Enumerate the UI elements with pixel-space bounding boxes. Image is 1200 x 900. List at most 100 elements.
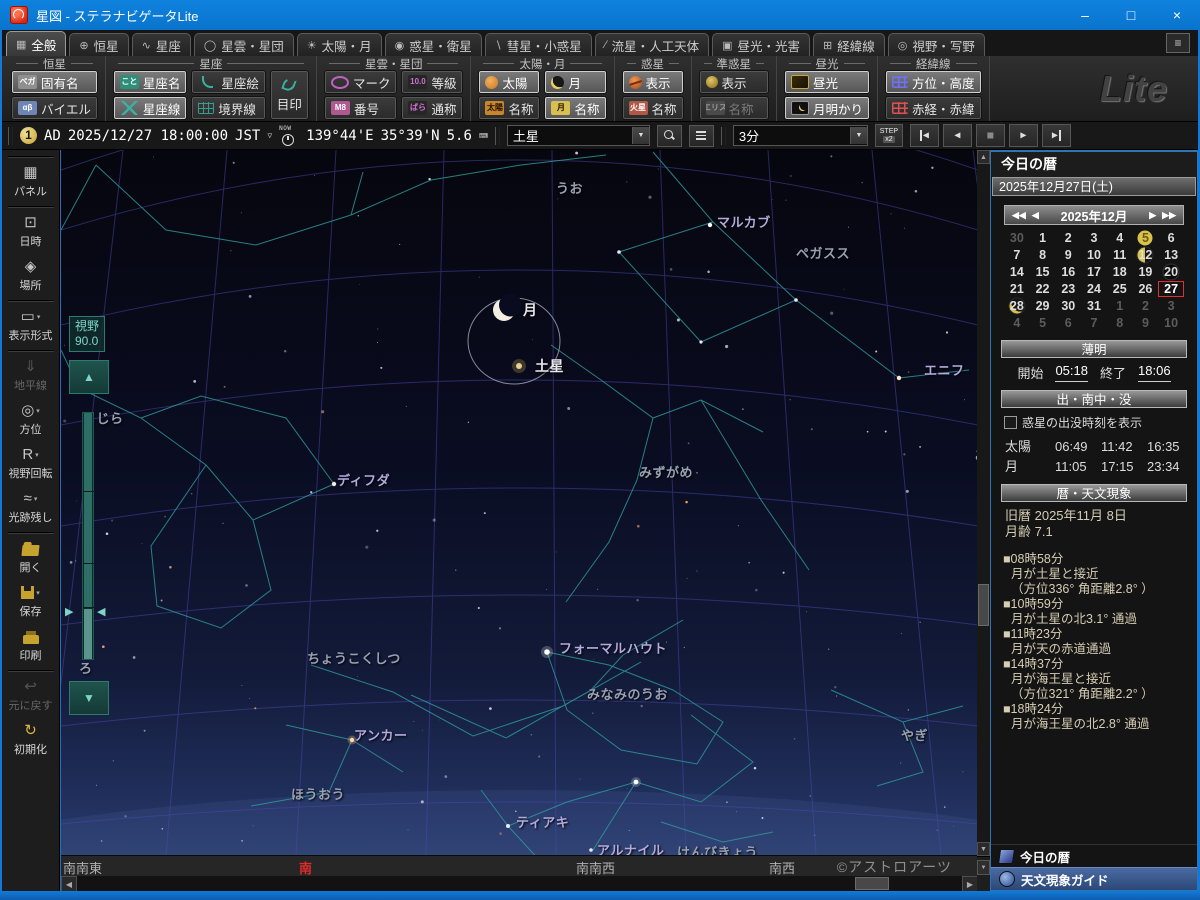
dropdown-icon[interactable]: ▾: [34, 495, 38, 503]
calendar-day[interactable]: 27: [1158, 281, 1184, 297]
sidebar-item-fov-rotation[interactable]: R ▾ 視野回転: [2, 442, 59, 486]
vertical-scroll-thumb[interactable]: [978, 584, 989, 626]
calendar-day[interactable]: 10: [1081, 247, 1107, 263]
object-list-button[interactable]: [688, 124, 714, 147]
tab-grid-lines[interactable]: ⊞ 経緯線: [813, 33, 885, 56]
tab-general[interactable]: ▦ 全般: [6, 31, 67, 56]
scroll-down-icon[interactable]: ▼: [977, 842, 990, 856]
calendar-day[interactable]: 19: [1133, 264, 1159, 280]
scroll-up-icon[interactable]: ▲: [977, 150, 990, 164]
calendar-day[interactable]: 7: [1081, 315, 1107, 331]
calendar-day[interactable]: 28: [1004, 298, 1030, 314]
calendar-day[interactable]: 18: [1107, 264, 1133, 280]
first-button[interactable]: ◀: [909, 124, 939, 147]
sky-plot[interactable]: うおマルカブペガスス月土星エニフくじらごみずがめディフダろフォーマルハウトちょう…: [61, 150, 978, 855]
dropdown-icon[interactable]: ▾: [36, 407, 40, 415]
twilight-end-time[interactable]: 18:06: [1138, 363, 1171, 382]
tab-constellations[interactable]: ∿ 星座: [131, 33, 191, 56]
calendar-day[interactable]: 5: [1030, 315, 1056, 331]
calendar-day[interactable]: 22: [1030, 281, 1056, 297]
const-border-button[interactable]: 境界線: [191, 96, 266, 120]
calendar-day[interactable]: 8: [1030, 247, 1056, 263]
menu-icon[interactable]: ≡: [1166, 33, 1190, 53]
calendar-day[interactable]: 4: [1107, 230, 1133, 246]
sidebar-item-open[interactable]: 開く: [2, 536, 59, 580]
timezone-dropdown-icon[interactable]: ▽: [267, 131, 272, 140]
back-button[interactable]: ◀: [942, 124, 972, 147]
calendar-day[interactable]: 7: [1004, 247, 1030, 263]
dropdown-icon[interactable]: ▾: [36, 589, 40, 597]
time-step-dropdown-icon[interactable]: ▼: [849, 127, 867, 144]
fov-slider-handle[interactable]: ▶: [65, 605, 73, 618]
proper-name-button[interactable]: ペガ 固有名: [11, 70, 98, 94]
calendar-day[interactable]: 17: [1081, 264, 1107, 280]
twilight-start-time[interactable]: 05:18: [1055, 363, 1088, 382]
calendar-day[interactable]: 3: [1158, 298, 1184, 314]
longitude-value[interactable]: 139°44'E: [306, 128, 373, 144]
moon-button[interactable]: 月: [544, 70, 607, 94]
calendar-next-month-button[interactable]: ▶: [1146, 210, 1159, 221]
fov-slider-handle[interactable]: ◀: [97, 605, 105, 618]
target-select[interactable]: 土星 ▼: [506, 125, 650, 146]
tab-meteors[interactable]: ∕ 流星・人工天体: [594, 33, 710, 56]
tab-sun-moon[interactable]: ☀ 太陽・月: [296, 33, 382, 56]
bayer-button[interactable]: αβ バイエル: [11, 96, 98, 120]
const-name-button[interactable]: こと 星座名: [112, 70, 188, 94]
landmark-button[interactable]: 目印: [269, 70, 309, 120]
calendar-day[interactable]: 10: [1158, 315, 1184, 331]
dropdown-icon[interactable]: ▾: [35, 451, 39, 459]
tab-daylight[interactable]: ▣ 昼光・光害: [712, 33, 811, 56]
sidebar-item-display-format[interactable]: ▭ ▾ 表示形式: [2, 304, 59, 348]
calendar-day[interactable]: 4: [1004, 315, 1030, 331]
last-button[interactable]: ▶: [1041, 124, 1071, 147]
magnitude-button[interactable]: 10.0 等級: [401, 70, 464, 94]
calendar-day[interactable]: 9: [1133, 315, 1159, 331]
target-dropdown-icon[interactable]: ▼: [631, 127, 649, 144]
calendar-day[interactable]: 14: [1004, 264, 1030, 280]
close-button[interactable]: ×: [1154, 0, 1200, 30]
calendar-day[interactable]: 3: [1081, 230, 1107, 246]
calendar-day[interactable]: 21: [1004, 281, 1030, 297]
calendar-day[interactable]: 2: [1133, 298, 1159, 314]
sun-name-button[interactable]: 太陽 名称: [478, 96, 541, 120]
calendar-next-year-button[interactable]: ▶▶: [1159, 210, 1179, 221]
stop-button[interactable]: ■: [975, 124, 1005, 147]
zoom-in-button[interactable]: ▲: [69, 360, 109, 394]
now-clock-icon[interactable]: NOW: [279, 125, 299, 146]
sun-button[interactable]: 太陽: [478, 70, 541, 94]
tab-fov[interactable]: ◎ 視野・写野: [887, 33, 985, 56]
calendar-day[interactable]: 1: [1030, 230, 1056, 246]
search-button[interactable]: [656, 124, 682, 147]
timezone-value[interactable]: JST: [235, 128, 260, 144]
calendar-day[interactable]: 9: [1055, 247, 1081, 263]
calendar-day[interactable]: 6: [1158, 230, 1184, 246]
calendar-day[interactable]: 20: [1158, 264, 1184, 280]
minimize-button[interactable]: –: [1062, 0, 1108, 30]
tab-comets[interactable]: ∖ 彗星・小惑星: [484, 33, 592, 56]
mark-button[interactable]: マーク: [323, 70, 398, 94]
calendar-day[interactable]: 8: [1107, 315, 1133, 331]
panel-tab-phenomena-guide[interactable]: 天文現象ガイド: [991, 867, 1197, 890]
calendar-day[interactable]: 1: [1107, 298, 1133, 314]
show-planet-times-checkbox[interactable]: [1004, 416, 1017, 429]
calendar-day[interactable]: 5: [1133, 230, 1159, 246]
sidebar-item-panel[interactable]: ▦ パネル: [2, 160, 59, 204]
calendar-prev-year-button[interactable]: ◀◀: [1009, 210, 1029, 221]
keyboard-icon[interactable]: ⌨: [479, 127, 488, 145]
const-line-button[interactable]: 星座線: [112, 96, 188, 120]
dropdown-icon[interactable]: ▾: [37, 313, 41, 321]
azimuth-grid-button[interactable]: 方位・高度: [885, 70, 982, 94]
planet-name-button[interactable]: 火星 名称: [621, 96, 684, 120]
daylight-show-button[interactable]: 昼光: [784, 70, 871, 94]
calendar-day[interactable]: 12: [1133, 247, 1159, 263]
equatorial-grid-button[interactable]: 赤経・赤緯: [885, 96, 982, 120]
calendar-day[interactable]: 24: [1081, 281, 1107, 297]
calendar-day[interactable]: 6: [1055, 315, 1081, 331]
calendar-day[interactable]: 30: [1004, 230, 1030, 246]
calendar-day[interactable]: 26: [1133, 281, 1159, 297]
dwarf-show-button[interactable]: 表示: [698, 70, 770, 94]
fov-slider[interactable]: [82, 412, 95, 660]
const-art-button[interactable]: 星座絵: [191, 70, 266, 94]
tab-nebulae[interactable]: ◯ 星雲・星団: [193, 33, 294, 56]
calendar-day[interactable]: 16: [1055, 264, 1081, 280]
